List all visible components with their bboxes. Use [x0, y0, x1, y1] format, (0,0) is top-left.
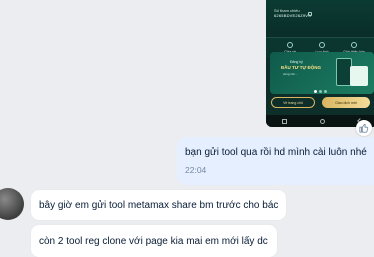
banner-sub: cùng với ... [283, 72, 298, 76]
phone-header: Số tham chiếu 6265BDVE26Z9VS [266, 0, 374, 37]
dot [324, 90, 327, 93]
copy-icon [308, 12, 312, 16]
home-icon [319, 118, 325, 124]
wallet-icon [319, 42, 325, 48]
gift-icon [287, 42, 293, 48]
banner-top: Đăng ký [290, 60, 303, 64]
outgoing-message[interactable]: bạn gửi tool qua rồi hd mình cài luôn nh… [177, 137, 374, 185]
new-transaction-button: Giao dịch mới [322, 97, 370, 108]
carousel-dots [314, 90, 327, 93]
account-id: 6265BDVE26Z9VS [274, 13, 312, 18]
banner-title: ĐẦU TƯ TỰ ĐỘNG [281, 65, 321, 70]
dot [319, 90, 322, 93]
recents-icon [282, 118, 288, 124]
home-button: Về trang chủ [271, 97, 315, 108]
tag-icon [351, 42, 357, 48]
dot [314, 90, 317, 93]
promo-banner: Đăng ký ĐẦU TƯ TỰ ĐỘNG cùng với ... [270, 52, 374, 94]
chat-conversation: Số tham chiếu 6265BDVE26Z9VS Chia sẻ Lưu… [0, 0, 374, 257]
message-time: 22:04 [185, 165, 207, 175]
image-message-phone-screenshot[interactable]: Số tham chiếu 6265BDVE26Z9VS Chia sẻ Lưu… [266, 0, 374, 127]
card-illustration [350, 66, 368, 86]
incoming-message[interactable]: bây giờ em gửi tool metamax share bm trư… [31, 190, 286, 220]
incoming-message[interactable]: còn 2 tool reg clone với page kia mai em… [31, 225, 277, 257]
reaction-button[interactable] [356, 120, 372, 136]
avatar[interactable] [0, 188, 24, 220]
thumbs-up-icon [359, 123, 369, 133]
message-text: bạn gửi tool qua rồi hd mình cài luôn nh… [185, 147, 367, 158]
